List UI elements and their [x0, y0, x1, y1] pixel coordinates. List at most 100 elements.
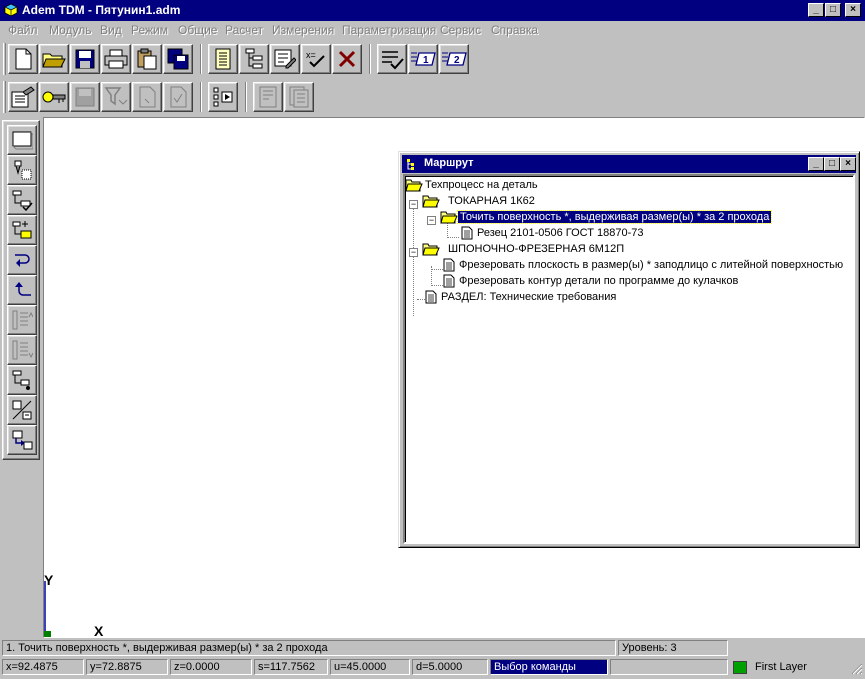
tree-expander[interactable]: −: [409, 200, 418, 209]
paste-icon: [137, 48, 157, 70]
print-button[interactable]: [101, 44, 131, 74]
menu-params[interactable]: Параметризация: [342, 23, 436, 37]
page-sheet-button[interactable]: [253, 82, 283, 112]
filter-disabled-button[interactable]: [101, 82, 131, 112]
layer-name[interactable]: First Layer: [755, 661, 807, 673]
tree-item-root[interactable]: Техпроцесс на деталь: [405, 177, 540, 193]
route-tree[interactable]: − − − Техпроцесс на деталь ТОКАРНАЯ 1К62…: [403, 174, 855, 544]
menu-calc[interactable]: Расчет: [225, 23, 263, 37]
left-toolbar: [2, 120, 40, 460]
tree-expander[interactable]: −: [409, 248, 418, 257]
menu-module[interactable]: Модуль: [49, 23, 92, 37]
measure-button[interactable]: [7, 395, 37, 425]
route-icon: [407, 159, 414, 170]
document-icon: [425, 290, 437, 304]
level-2-icon: 2: [442, 52, 467, 66]
save-disabled-button[interactable]: [70, 82, 100, 112]
tree-expander[interactable]: −: [427, 216, 436, 225]
check-disabled-button[interactable]: [163, 82, 193, 112]
document-button[interactable]: [208, 44, 238, 74]
insert-step-button[interactable]: [7, 215, 37, 245]
delete-button[interactable]: [332, 44, 362, 74]
coord-d: d=5.0000: [412, 659, 488, 675]
frame-icon: [12, 131, 33, 150]
axes-indicator: [44, 581, 51, 637]
command-status: Выбор команды: [490, 659, 608, 675]
page-disabled-button[interactable]: [132, 82, 162, 112]
menu-bar: Файл Модуль Вид Режим Общие Расчет Измер…: [0, 21, 865, 40]
status-bar-coords: x=92.4875 y=72.8875 z=0.0000 s=117.7562 …: [0, 657, 865, 677]
main-toolbar: x= 1 2: [0, 40, 865, 78]
link-icon: [42, 91, 66, 103]
menu-general[interactable]: Общие: [178, 23, 217, 37]
checklist-button[interactable]: [377, 44, 407, 74]
frame-button[interactable]: [7, 125, 37, 155]
coord-s: s=117.7562: [254, 659, 328, 675]
measure-icon: [12, 400, 32, 420]
level-2-button[interactable]: 2: [439, 44, 469, 74]
window-title: Adem TDM - Пятунин1.adm: [22, 3, 181, 17]
move-up-button[interactable]: [7, 305, 37, 335]
level-2-label: 2: [454, 55, 460, 66]
menu-help[interactable]: Справка: [491, 23, 538, 37]
formula-button[interactable]: x=: [301, 44, 331, 74]
axis-y-label: Y: [44, 572, 54, 588]
route-check-button[interactable]: [7, 185, 37, 215]
list-run-button[interactable]: [208, 82, 238, 112]
open-button[interactable]: [39, 44, 69, 74]
copy-ops-icon: [12, 430, 33, 450]
maximize-button[interactable]: □: [825, 3, 841, 17]
link-button[interactable]: [39, 82, 69, 112]
report-button[interactable]: [284, 82, 314, 112]
coord-z: z=0.0000: [170, 659, 252, 675]
separator: [369, 44, 371, 74]
tree-item-tool[interactable]: Резец 2101-0506 ГОСТ 18870-73: [461, 225, 646, 241]
menu-service[interactable]: Сервис: [440, 23, 481, 37]
edit-tree-icon: [274, 49, 296, 69]
arrow-down-button[interactable]: [7, 245, 37, 275]
delete-icon: [338, 50, 356, 68]
coord-y: y=72.8875: [86, 659, 168, 675]
arrow-up-button[interactable]: [7, 275, 37, 305]
menu-view[interactable]: Вид: [100, 23, 122, 37]
edit-tree-button[interactable]: [270, 44, 300, 74]
tree-item-operation[interactable]: ШПОНОЧНО-ФРЕЗЕРНАЯ 6М12П: [422, 241, 626, 257]
tree-item-step[interactable]: Фрезеровать плоскость в размер(ы) * запо…: [443, 257, 845, 273]
open-folder-icon: [440, 211, 458, 224]
tree-label: Техпроцесс на деталь: [425, 179, 538, 191]
report-disabled-icon: [289, 86, 309, 108]
tree-item-section[interactable]: РАЗДЕЛ: Технические требования: [425, 289, 618, 305]
menu-mode[interactable]: Режим: [131, 23, 168, 37]
route-title-bar[interactable]: Маршрут _ □ ×: [402, 155, 856, 173]
resize-grip-icon[interactable]: [850, 662, 863, 675]
tree-item-operation[interactable]: ТОКАРНАЯ 1К62: [422, 193, 537, 209]
tree-icon: [245, 48, 263, 69]
close-button[interactable]: ×: [845, 3, 861, 17]
operation-add-button[interactable]: [7, 155, 37, 185]
check-disabled-icon: [170, 86, 187, 108]
tree-item-step[interactable]: Фрезеровать контур детали по программе д…: [443, 273, 740, 289]
copy-ops-button[interactable]: [7, 425, 37, 455]
layer-color-swatch[interactable]: [733, 661, 747, 674]
route-minimize-button[interactable]: _: [808, 157, 824, 171]
document-icon: [443, 258, 455, 272]
save-as-button[interactable]: [163, 44, 193, 74]
separator: [245, 82, 247, 112]
route-maximize-button[interactable]: □: [824, 157, 840, 171]
paste-button[interactable]: [132, 44, 162, 74]
minimize-button[interactable]: _: [808, 3, 824, 17]
move-down-button[interactable]: [7, 335, 37, 365]
secondary-toolbar: [0, 78, 865, 116]
level-1-button[interactable]: 1: [408, 44, 438, 74]
route-close-button[interactable]: ×: [840, 157, 856, 171]
menu-measure[interactable]: Измерения: [272, 23, 334, 37]
save-button[interactable]: [70, 44, 100, 74]
tree-item-step[interactable]: Точить поверхность *, выдерживая размер(…: [440, 209, 773, 225]
properties-button[interactable]: [8, 82, 38, 112]
menu-file[interactable]: Файл: [8, 23, 38, 37]
tree-button[interactable]: [239, 44, 269, 74]
toolbar-grip[interactable]: [3, 81, 6, 113]
new-file-button[interactable]: [8, 44, 38, 74]
toolbar-grip[interactable]: [3, 43, 6, 75]
tool-path-button[interactable]: [7, 365, 37, 395]
